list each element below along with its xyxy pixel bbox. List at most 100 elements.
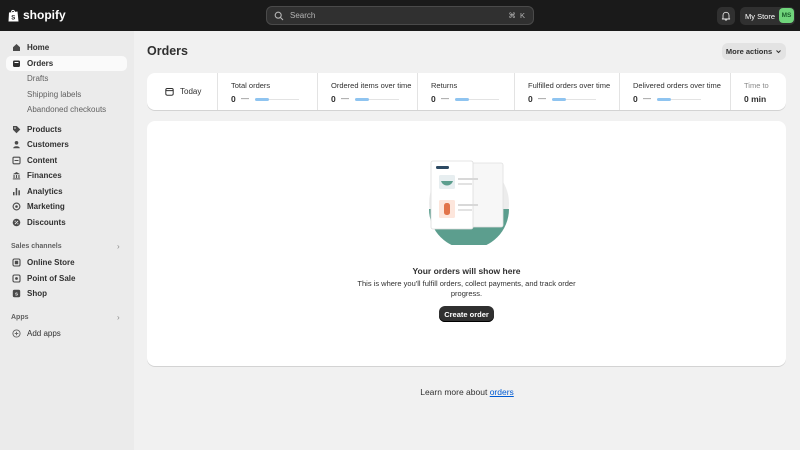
metric-value: 0	[331, 94, 336, 104]
empty-state-card: Your orders will show here This is where…	[147, 121, 786, 366]
search-bar[interactable]: Search ⌘ K	[266, 6, 534, 25]
apps-label[interactable]: Apps	[11, 314, 29, 321]
store-icon	[12, 258, 21, 267]
sidebar-subitem-shipping-labels[interactable]: Shipping labels	[27, 90, 81, 99]
empty-state-title: Your orders will show here	[412, 266, 521, 276]
notifications-button[interactable]	[717, 7, 735, 25]
bank-icon	[12, 172, 21, 180]
sparkline	[552, 98, 596, 101]
avatar: MS	[779, 8, 794, 23]
chevron-right-icon[interactable]: ›	[117, 313, 120, 322]
sidebar-item-label: Discounts	[27, 218, 66, 227]
metric-label: Fulfilled orders over time	[528, 81, 611, 90]
sidebar-item-home[interactable]: Home	[6, 40, 127, 55]
shopify-bag-icon: S	[8, 9, 19, 21]
metric-trend: —	[441, 94, 449, 103]
sidebar-item-customers[interactable]: Customers	[6, 137, 127, 152]
chart-bar-icon	[13, 188, 20, 196]
orders-icon	[13, 60, 20, 67]
page-title: Orders	[147, 44, 188, 58]
sidebar-item-label: Online Store	[27, 258, 75, 267]
sidebar-item-marketing[interactable]: Marketing	[6, 199, 127, 214]
top-bar: S shopify Search ⌘ K My Store MS	[0, 0, 800, 31]
search-shortcut: ⌘ K	[508, 11, 526, 20]
metric-value: 0	[633, 94, 638, 104]
more-actions-label: More actions	[725, 47, 773, 56]
bell-icon	[721, 11, 731, 21]
metric-returns[interactable]: Returns 0 —	[418, 73, 515, 110]
discount-icon	[12, 218, 21, 227]
sidebar-item-online-store[interactable]: Online Store	[6, 255, 127, 270]
metric-fulfilled-orders[interactable]: Fulfilled orders over time 0 —	[515, 73, 620, 110]
sidebar-item-shop[interactable]: s Shop	[6, 286, 127, 301]
orders-help-link[interactable]: orders	[490, 387, 514, 397]
sidebar-item-point-of-sale[interactable]: Point of Sale	[6, 271, 127, 286]
sidebar-item-label: Products	[27, 125, 62, 134]
sidebar-subitem-abandoned-checkouts[interactable]: Abandoned checkouts	[27, 105, 106, 114]
sales-channels-label[interactable]: Sales channels	[11, 243, 62, 250]
chevron-right-icon[interactable]: ›	[117, 242, 120, 251]
metric-value: 0	[431, 94, 436, 104]
sidebar-item-add-apps[interactable]: Add apps	[6, 326, 127, 341]
metric-label: Ordered items over time	[331, 81, 412, 90]
metric-time-to-fulfill[interactable]: Time to 0 min	[731, 73, 786, 110]
store-name: My Store	[745, 11, 776, 21]
metric-trend: —	[538, 94, 546, 103]
chevron-down-icon	[776, 50, 781, 54]
metric-delivered-orders[interactable]: Delivered orders over time 0 —	[620, 73, 731, 110]
sidebar-item-label: Orders	[27, 59, 54, 68]
shop-icon: s	[12, 289, 21, 298]
svg-text:S: S	[11, 15, 15, 21]
sidebar-item-finances[interactable]: Finances	[6, 168, 127, 183]
shopify-logo[interactable]: S shopify	[8, 8, 66, 22]
sidebar-item-discounts[interactable]: Discounts	[6, 215, 127, 230]
metric-label: Time to	[744, 81, 769, 90]
metric-value: 0 min	[744, 94, 767, 104]
sidebar-item-label: Analytics	[27, 187, 63, 196]
sidebar-item-analytics[interactable]: Analytics	[6, 184, 127, 199]
metric-trend: —	[241, 94, 249, 103]
sidebar-item-products[interactable]: Products	[6, 122, 127, 137]
brand-name: shopify	[23, 8, 66, 22]
sidebar-item-label: Shop	[27, 289, 47, 298]
sidebar-item-label: Marketing	[27, 202, 65, 211]
person-icon	[13, 141, 20, 149]
metric-trend: —	[643, 94, 651, 103]
sidebar-subitem-drafts[interactable]: Drafts	[27, 74, 48, 83]
svg-text:s: s	[15, 292, 18, 298]
sidebar-item-orders[interactable]: Orders	[6, 56, 127, 71]
empty-state-description: This is where you'll fulfill orders, col…	[357, 279, 576, 298]
sparkline	[657, 98, 701, 101]
metric-label: Returns	[431, 81, 458, 90]
store-menu-button[interactable]: My Store MS	[740, 7, 795, 25]
sparkline	[255, 98, 299, 101]
sidebar-item-content[interactable]: Content	[6, 153, 127, 168]
metric-label: Delivered orders over time	[633, 81, 721, 90]
more-actions-button[interactable]: More actions	[722, 43, 786, 60]
content-icon	[12, 156, 21, 165]
search-icon	[274, 11, 284, 20]
search-placeholder: Search	[290, 11, 316, 20]
metric-value: 0	[528, 94, 533, 104]
orders-empty-illustration	[429, 160, 509, 245]
metric-total-orders[interactable]: Total orders 0 —	[218, 73, 318, 110]
metric-value: 0	[231, 94, 236, 104]
sidebar-item-label: Add apps	[27, 329, 61, 338]
sparkline	[355, 98, 399, 101]
target-icon	[12, 202, 21, 211]
learn-more-footer: Learn more about orders	[0, 387, 800, 397]
metric-label: Total orders	[231, 81, 271, 90]
metric-ordered-items[interactable]: Ordered items over time 0 —	[318, 73, 418, 110]
home-icon	[13, 44, 20, 51]
add-circle-icon	[12, 329, 21, 338]
create-order-button[interactable]: Create order	[439, 306, 494, 322]
sparkline	[455, 98, 499, 101]
metric-trend: —	[341, 94, 349, 103]
metrics-bar: Today Total orders 0 — Ordered items ove…	[147, 73, 786, 110]
tag-icon	[13, 126, 21, 134]
sidebar-item-label: Finances	[27, 171, 62, 180]
date-filter-label: Today	[180, 87, 202, 96]
learn-more-text: Learn more about	[420, 387, 490, 397]
date-filter-button[interactable]: Today	[147, 73, 218, 110]
pos-icon	[12, 274, 21, 283]
